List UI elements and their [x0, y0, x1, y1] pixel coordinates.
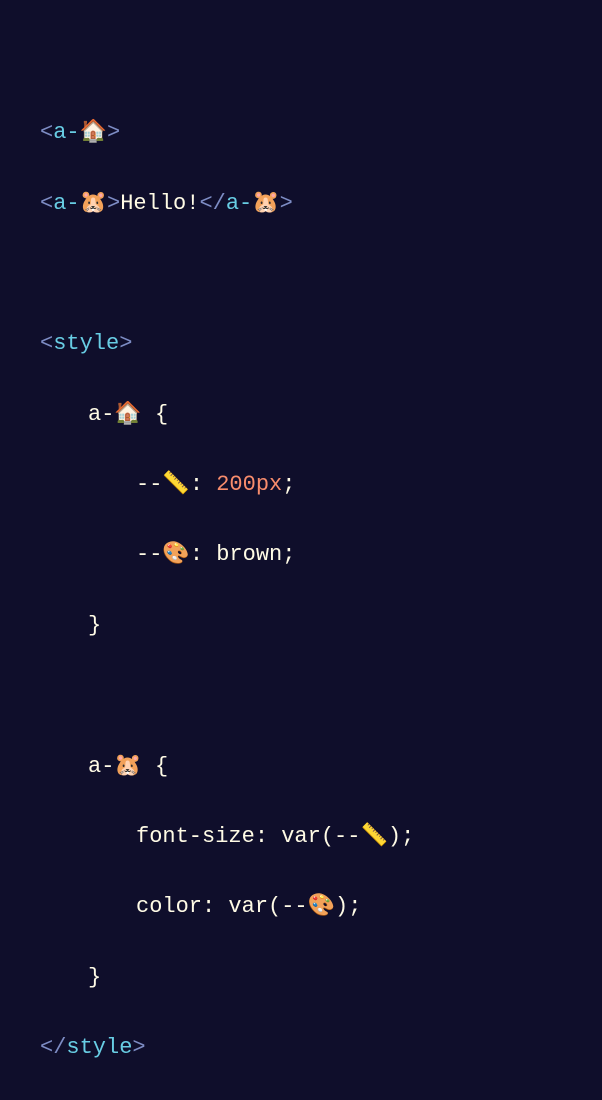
custom-prop-dash: -- [334, 824, 360, 849]
angle-close: > [107, 191, 120, 216]
css-property: font-size [136, 824, 255, 849]
angle-close: > [107, 120, 120, 145]
angle-open: < [40, 331, 53, 356]
angle-close: > [132, 1035, 145, 1060]
colon: : [255, 824, 281, 849]
palette-icon: 🎨 [308, 894, 335, 919]
angle-close: > [119, 331, 132, 356]
colon: : [202, 894, 228, 919]
colon: : [190, 542, 216, 567]
blank-line [40, 678, 562, 713]
text-content: Hello! [120, 191, 199, 216]
colon: : [190, 472, 216, 497]
angle-open: < [40, 120, 53, 145]
css-property: color [136, 894, 202, 919]
var-fn: var [228, 894, 268, 919]
semicolon: ; [401, 824, 414, 849]
hamster-icon: 🐹 [114, 754, 141, 779]
tag-name: a- [53, 191, 79, 216]
code-line: a-🐹 { [40, 749, 562, 784]
palette-icon: 🎨 [162, 542, 189, 567]
value-number: 200px [216, 472, 282, 497]
code-line: --🎨: brown; [40, 537, 562, 572]
selector: a- [88, 402, 114, 427]
custom-prop-dash: -- [136, 542, 162, 567]
brace-close: } [88, 613, 101, 638]
custom-prop-dash: -- [281, 894, 307, 919]
angle-open-slash: </ [40, 1035, 66, 1060]
code-line: <style> [40, 326, 562, 361]
selector: a- [88, 754, 114, 779]
angle-open-slash: </ [199, 191, 225, 216]
tag-name: style [53, 331, 119, 356]
semicolon: ; [348, 894, 361, 919]
code-line: --📏: 200px; [40, 467, 562, 502]
blank-line [40, 256, 562, 291]
code-line: </style> [40, 1030, 562, 1065]
tag-name: a- [53, 120, 79, 145]
var-fn: var [281, 824, 321, 849]
house-icon: 🏠 [80, 120, 107, 145]
code-line: } [40, 960, 562, 995]
ruler-icon: 📏 [360, 824, 387, 849]
code-line: a-🏠 { [40, 397, 562, 432]
angle-open: < [40, 191, 53, 216]
tag-name: a- [226, 191, 252, 216]
code-line: <a-🐹>Hello!</a-🐹> [40, 186, 562, 221]
custom-prop-dash: -- [136, 472, 162, 497]
code-line: font-size: var(--📏); [40, 819, 562, 854]
hamster-icon: 🐹 [252, 191, 279, 216]
code-snippet: <a-🏠> <a-🐹>Hello!</a-🐹> <style> a-🏠 { --… [40, 80, 562, 1100]
paren-close: ) [388, 824, 401, 849]
brace-close: } [88, 965, 101, 990]
brace-open: { [142, 402, 168, 427]
semicolon: ; [282, 542, 295, 567]
value-color: brown [216, 542, 282, 567]
house-icon: 🏠 [114, 402, 141, 427]
ruler-icon: 📏 [162, 472, 189, 497]
code-line: <a-🏠> [40, 115, 562, 150]
paren-close: ) [335, 894, 348, 919]
angle-close: > [280, 191, 293, 216]
paren-open: ( [321, 824, 334, 849]
semicolon: ; [282, 472, 295, 497]
code-line: color: var(--🎨); [40, 889, 562, 924]
brace-open: { [142, 754, 168, 779]
hamster-icon: 🐹 [80, 191, 107, 216]
code-line: } [40, 608, 562, 643]
paren-open: ( [268, 894, 281, 919]
tag-name: style [66, 1035, 132, 1060]
